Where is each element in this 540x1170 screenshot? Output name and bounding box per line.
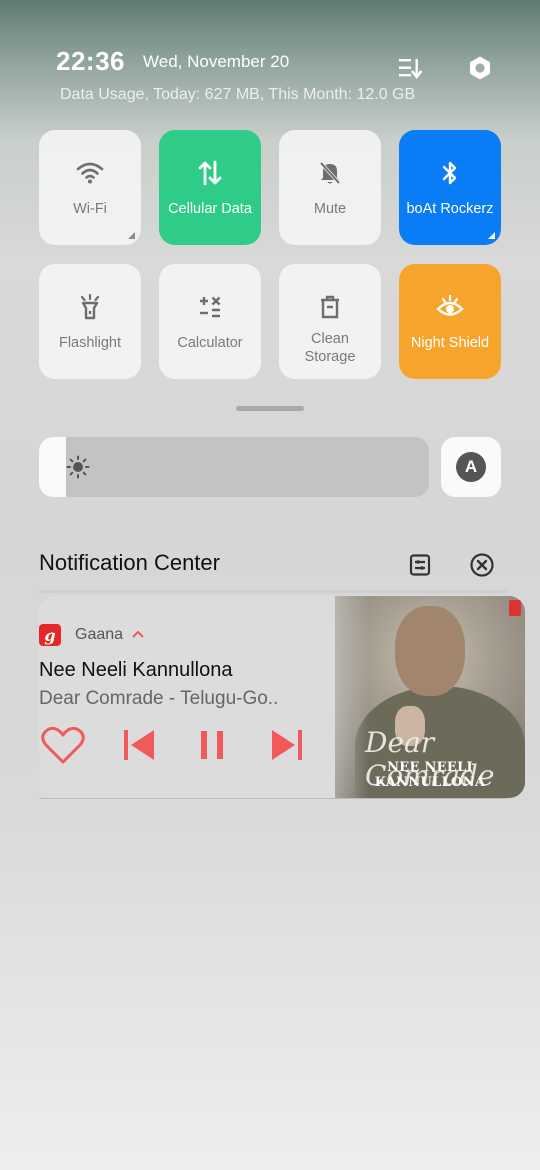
trash-icon [318, 292, 342, 322]
clock-time: 22:36 [56, 46, 125, 76]
app-header[interactable]: g Gaana [39, 624, 145, 646]
tile-wifi[interactable]: Wi-Fi [39, 130, 141, 245]
notification-center-title: Notification Center [39, 550, 220, 575]
album-art-badge [509, 600, 521, 616]
app-name: Gaana [75, 626, 124, 643]
notification-settings-icon[interactable] [406, 551, 434, 579]
settings-hexagon-icon[interactable] [464, 52, 496, 84]
tile-label: boAt Rockerz [406, 201, 494, 217]
tile-label: Mute [313, 201, 347, 217]
tile-night-shield[interactable]: Night Shield [399, 264, 501, 379]
list-sort-icon[interactable] [394, 52, 426, 84]
tile-label: Calculator [177, 335, 243, 351]
data-usage-label: Data Usage, Today: 627 MB, This Month: 1… [60, 86, 416, 103]
expand-corner-icon [488, 232, 495, 239]
divider [39, 798, 507, 799]
mute-bell-icon [318, 158, 342, 188]
media-notification-card[interactable]: Dear Comrade NEE NEELI KANNULLONA g Gaan… [39, 596, 525, 798]
tile-bluetooth[interactable]: boAt Rockerz [399, 130, 501, 245]
tile-cellular-data[interactable]: Cellular Data [159, 130, 261, 245]
bluetooth-icon [440, 158, 460, 188]
wifi-icon [76, 158, 104, 188]
drag-handle[interactable] [236, 406, 304, 411]
song-artist: Dear Comrade - Telugu-Go.. [39, 688, 279, 709]
tile-label: Cellular Data [168, 201, 252, 217]
tile-label: Wi-Fi [73, 201, 107, 217]
song-title: Nee Neeli Kannullona [39, 659, 233, 681]
tile-label: Clean Storage [304, 331, 356, 365]
divider [39, 590, 507, 593]
eye-icon [435, 292, 465, 322]
expand-corner-icon [128, 232, 135, 239]
cellular-data-icon [198, 158, 222, 188]
auto-brightness-button[interactable]: A [441, 437, 501, 497]
heart-icon[interactable] [39, 723, 87, 767]
tile-clean-storage[interactable]: Clean Storage [279, 264, 381, 379]
brightness-fill [39, 437, 67, 497]
album-art-face [395, 606, 465, 696]
pause-icon[interactable] [194, 723, 230, 767]
auto-brightness-label: A [456, 452, 486, 482]
tile-mute[interactable]: Mute [279, 130, 381, 245]
clear-all-icon[interactable] [468, 551, 496, 579]
flashlight-icon [78, 292, 102, 322]
gaana-logo-icon: g [39, 624, 61, 646]
brightness-sun-icon [66, 455, 90, 484]
tile-label: Flashlight [58, 335, 122, 351]
tile-label: Night Shield [410, 335, 490, 351]
calculator-icon [197, 292, 223, 322]
tile-flashlight[interactable]: Flashlight [39, 264, 141, 379]
tile-calculator[interactable]: Calculator [159, 264, 261, 379]
previous-track-icon[interactable] [119, 723, 159, 767]
brightness-slider[interactable] [39, 437, 429, 497]
chevron-up-icon[interactable] [131, 626, 145, 644]
date-label: Wed, November 20 [143, 52, 290, 71]
next-track-icon[interactable] [267, 723, 307, 767]
